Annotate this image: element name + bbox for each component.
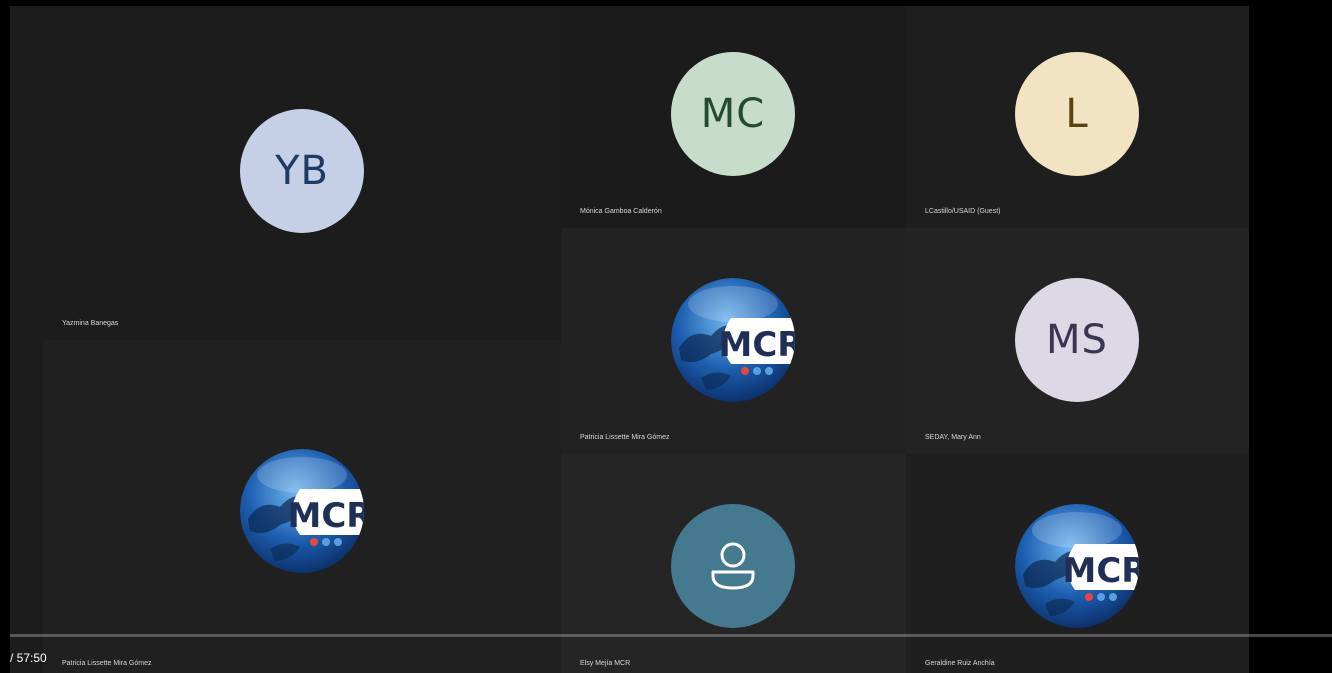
mcr-logo-text: MCR	[288, 496, 364, 536]
participant-name: Geraldine Ruiz Anchía	[925, 660, 995, 667]
participant-tile-lcastillo: L LCastillo/USAID (Guest)	[906, 6, 1249, 228]
avatar-initials-text: L	[1065, 91, 1089, 137]
avatar-initials-text: YB	[275, 148, 329, 194]
participant-name: Patricia Lissette Mira Gómez	[580, 434, 670, 441]
mcr-logo: MCR	[240, 449, 364, 573]
mcr-logo: MCR	[671, 278, 795, 402]
participant-tile-elsy: Elsy Mejía MCR	[561, 454, 906, 673]
participant-tile-seday: MS SEDAY, Mary Ann	[906, 228, 1249, 454]
participant-grid: YB Yazmina Banegas MC Mónica Gamboa Cald…	[10, 6, 1249, 673]
participant-name: Patricia Lissette Mira Gómez	[62, 660, 152, 667]
meeting-recording-frame: YB Yazmina Banegas MC Mónica Gamboa Cald…	[0, 0, 1332, 673]
mcr-logo-text: MCR	[719, 325, 795, 365]
avatar-initials-text: MS	[1046, 317, 1108, 363]
participant-tile-yazmina: YB Yazmina Banegas	[43, 6, 561, 340]
mcr-globe-icon: MCR	[1015, 504, 1139, 628]
mcr-logo: MCR	[1015, 504, 1139, 628]
person-icon	[711, 542, 755, 590]
participant-name: Yazmina Banegas	[62, 320, 119, 327]
avatar-initials: L	[1015, 52, 1139, 176]
avatar-initials: YB	[240, 109, 364, 233]
participant-tile-monica: MC Mónica Gamboa Calderón	[561, 6, 906, 228]
participant-tile-patricia: MCR Patricia Lissette Mira Gómez	[561, 228, 906, 454]
avatar-generic	[671, 504, 795, 628]
video-time-display: / 57:50	[10, 651, 47, 665]
participant-name: SEDAY, Mary Ann	[925, 434, 981, 441]
participant-name: Elsy Mejía MCR	[580, 660, 631, 667]
mcr-globe-icon: MCR	[240, 449, 364, 573]
participant-tile-patricia-2: MCR Patricia Lissette Mira Gómez	[43, 340, 561, 673]
participant-name: LCastillo/USAID (Guest)	[925, 208, 1001, 215]
participant-tile-geraldine: MCR Geraldine Ruiz Anchía	[906, 454, 1249, 673]
mcr-globe-icon: MCR	[671, 278, 795, 402]
avatar-initials-text: MC	[700, 91, 766, 137]
participant-name: Mónica Gamboa Calderón	[580, 208, 662, 215]
video-progress-bar[interactable]	[10, 634, 1332, 637]
avatar-initials: MC	[671, 52, 795, 176]
mcr-logo-text: MCR	[1063, 551, 1139, 591]
avatar-initials: MS	[1015, 278, 1139, 402]
